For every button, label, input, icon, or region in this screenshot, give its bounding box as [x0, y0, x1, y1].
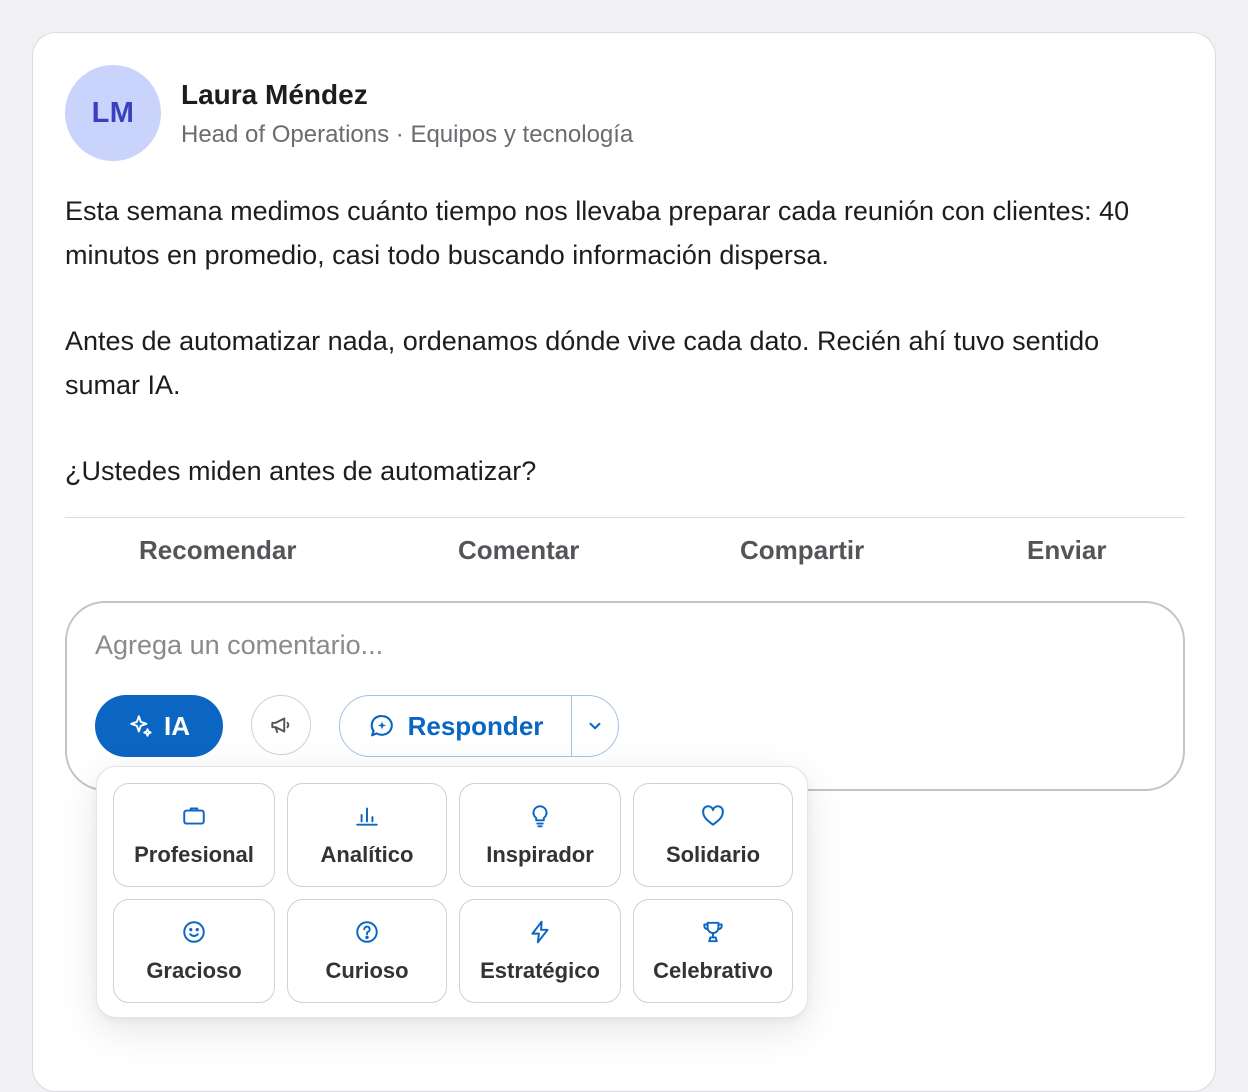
ia-button-label: IA: [164, 710, 190, 741]
question-icon: [353, 918, 381, 946]
ia-button[interactable]: IA: [95, 695, 223, 757]
megaphone-button[interactable]: [251, 695, 311, 755]
comment-input[interactable]: [95, 623, 1095, 667]
tone-label: Analítico: [320, 842, 414, 867]
send-button[interactable]: Enviar: [1027, 535, 1107, 566]
tone-label: Estratégico: [480, 958, 600, 983]
tone-menu: Profesional Analítico Inspirador Solidar…: [96, 766, 808, 1018]
post-paragraph: Esta semana medimos cuánto tiempo nos ll…: [65, 196, 1130, 270]
tone-label: Celebrativo: [653, 958, 773, 983]
sparkle-icon: [128, 713, 154, 739]
author-initials: LM: [91, 96, 135, 129]
responder-split-button: Responder: [339, 695, 619, 757]
post-body: Esta semana medimos cuánto tiempo nos ll…: [65, 189, 1175, 493]
tone-option-gracioso[interactable]: Gracioso: [113, 899, 275, 1003]
trophy-icon: [699, 918, 727, 946]
megaphone-icon: [268, 712, 294, 738]
tone-option-curioso[interactable]: Curioso: [287, 899, 447, 1003]
comment-button[interactable]: Comentar: [458, 535, 579, 566]
recommend-button[interactable]: Recomendar: [139, 535, 297, 566]
responder-button[interactable]: Responder: [340, 696, 572, 756]
bar-chart-icon: [353, 802, 381, 830]
comment-composer: IA Responder: [65, 601, 1185, 791]
chat-bubble-icon: [368, 712, 396, 740]
chevron-down-icon: [586, 717, 604, 735]
tone-label: Gracioso: [146, 958, 242, 983]
tone-option-inspirador[interactable]: Inspirador: [459, 783, 621, 887]
tone-option-estrategico[interactable]: Estratégico: [459, 899, 621, 1003]
tone-option-analitico[interactable]: Analítico: [287, 783, 447, 887]
responder-dropdown-toggle[interactable]: [572, 696, 618, 756]
tone-label: Profesional: [134, 842, 254, 867]
briefcase-icon: [180, 802, 208, 830]
post-paragraph: ¿Ustedes miden antes de automatizar?: [65, 456, 537, 486]
author-avatar[interactable]: LM: [65, 65, 161, 161]
heart-icon: [699, 802, 727, 830]
tone-option-profesional[interactable]: Profesional: [113, 783, 275, 887]
tone-label: Inspirador: [486, 842, 594, 867]
tone-label: Solidario: [665, 842, 761, 867]
actions-divider: [65, 517, 1185, 518]
share-button[interactable]: Compartir: [740, 535, 864, 566]
lightbulb-icon: [526, 802, 554, 830]
smiley-icon: [180, 918, 208, 946]
responder-label: Responder: [407, 710, 544, 741]
tone-option-celebrativo[interactable]: Celebrativo: [633, 899, 793, 1003]
author-name[interactable]: Laura Méndez: [181, 79, 368, 111]
post-paragraph: Antes de automatizar nada, ordenamos dón…: [65, 326, 1100, 400]
author-headline: Head of Operations · Equipos y tecnologí…: [181, 121, 634, 148]
lightning-icon: [526, 918, 554, 946]
tone-grid: Profesional Analítico Inspirador Solidar…: [113, 783, 793, 1003]
tone-label: Curioso: [325, 958, 409, 983]
tone-option-solidario[interactable]: Solidario: [633, 783, 793, 887]
